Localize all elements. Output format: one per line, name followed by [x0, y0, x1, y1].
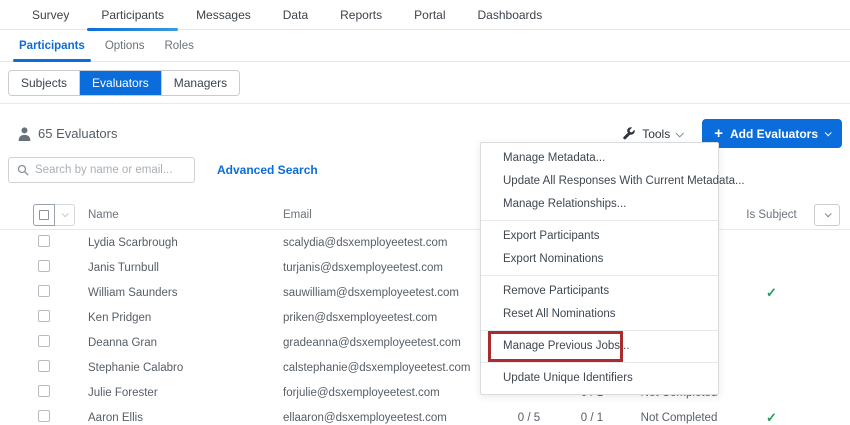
row-checkbox[interactable] — [38, 235, 50, 247]
segment-evaluators[interactable]: Evaluators — [80, 71, 162, 95]
tools-button[interactable]: Tools — [622, 127, 682, 141]
row-checkbox[interactable] — [38, 385, 50, 397]
participant-name: Deanna Gran — [88, 337, 283, 349]
participant-name: William Saunders — [88, 287, 283, 299]
tools-label: Tools — [642, 127, 670, 141]
is-subject-cell: ✓ — [734, 410, 809, 425]
menu-item-reset-all-nominations[interactable]: Reset All Nominations — [481, 303, 718, 326]
participant-name: Julie Forester — [88, 387, 283, 399]
evaluations-cell: 0 / 1 — [560, 412, 624, 424]
check-icon: ✓ — [766, 410, 777, 425]
participant-name: Stephanie Calabro — [88, 362, 283, 374]
subnav-tab-roles[interactable]: Roles — [158, 30, 199, 61]
table-row: Stephanie Calabrocalstephanie@dsxemploye… — [0, 355, 850, 380]
table-row: Aaron Ellisellaaron@dsxemployeetest.com0… — [0, 405, 850, 425]
column-header-email[interactable]: Email — [283, 209, 498, 221]
menu-item-manage-previous-jobs[interactable]: Manage Previous Jobs... — [481, 335, 718, 358]
nominations-cell: 0 / 5 — [498, 412, 560, 424]
row-checkbox[interactable] — [38, 360, 50, 372]
plus-icon: + — [714, 126, 723, 141]
check-icon: ✓ — [766, 285, 777, 300]
participant-email: gradeanna@dsxemployeetest.com — [283, 337, 498, 349]
select-all-control — [33, 204, 88, 226]
wrench-icon — [622, 127, 636, 141]
row-checkbox[interactable] — [38, 285, 50, 297]
row-checkbox[interactable] — [38, 335, 50, 347]
select-all-dropdown[interactable] — [55, 204, 75, 226]
nav-tab-dashboards[interactable]: Dashboards — [462, 0, 559, 29]
select-all-checkbox[interactable] — [33, 204, 55, 226]
chevron-down-icon — [825, 129, 832, 136]
participant-email: priken@dsxemployeetest.com — [283, 312, 498, 324]
participant-type-switcher: Subjects Evaluators Managers — [8, 70, 240, 96]
row-checkbox[interactable] — [38, 260, 50, 272]
advanced-search-link[interactable]: Advanced Search — [217, 163, 318, 177]
menu-group: Update Unique Identifiers — [481, 362, 718, 394]
tools-dropdown-menu: Manage Metadata...Update All Responses W… — [480, 142, 719, 395]
status-cell: Not Completed — [624, 412, 734, 424]
row-checkbox[interactable] — [38, 410, 50, 422]
menu-item-export-nominations[interactable]: Export Nominations — [481, 248, 718, 271]
menu-group: Export ParticipantsExport Nominations — [481, 220, 718, 275]
sub-nav: Participants Options Roles — [0, 30, 850, 62]
menu-group: Remove ParticipantsReset All Nominations — [481, 275, 718, 330]
table-header: Name Email Is Subject — [0, 200, 850, 230]
participant-email: turjanis@dsxemployeetest.com — [283, 262, 498, 274]
nav-tab-participants[interactable]: Participants — [85, 0, 180, 29]
chevron-down-icon — [676, 129, 684, 137]
add-evaluators-label: Add Evaluators — [730, 127, 818, 141]
nav-tab-data[interactable]: Data — [267, 0, 324, 29]
participant-email: sauwilliam@dsxemployeetest.com — [283, 287, 498, 299]
participant-name: Aaron Ellis — [88, 412, 283, 424]
segmented-row: Subjects Evaluators Managers — [0, 62, 850, 104]
table-row: Julie Foresterforjulie@dsxemployeetest.c… — [0, 380, 850, 405]
nav-tab-survey[interactable]: Survey — [16, 0, 85, 29]
column-options-button[interactable] — [814, 204, 840, 226]
menu-group: Manage Metadata...Update All Responses W… — [481, 143, 718, 220]
main-nav: Survey Participants Messages Data Report… — [0, 0, 850, 30]
menu-item-manage-metadata[interactable]: Manage Metadata... — [481, 147, 718, 170]
evaluator-count: 65 Evaluators — [38, 126, 118, 141]
subnav-tab-options[interactable]: Options — [99, 30, 151, 61]
column-header-is-subject[interactable]: Is Subject — [734, 209, 809, 221]
search-box[interactable] — [8, 157, 195, 183]
nav-tab-reports[interactable]: Reports — [324, 0, 398, 29]
add-evaluators-button[interactable]: + Add Evaluators — [702, 119, 842, 148]
table-row: William Saunderssauwilliam@dsxemployeete… — [0, 280, 850, 305]
participant-name: Janis Turnbull — [88, 262, 283, 274]
participant-email: forjulie@dsxemployeetest.com — [283, 387, 498, 399]
table-body: Lydia Scarbroughscalydia@dsxemployeetest… — [0, 230, 850, 425]
table-row: Ken Pridgenpriken@dsxemployeetest.com — [0, 305, 850, 330]
menu-item-manage-relationships[interactable]: Manage Relationships... — [481, 193, 718, 216]
participant-name: Lydia Scarbrough — [88, 237, 283, 249]
segment-subjects[interactable]: Subjects — [9, 71, 80, 95]
table-row: Deanna Grangradeanna@dsxemployeetest.com — [0, 330, 850, 355]
nav-tab-portal[interactable]: Portal — [398, 0, 461, 29]
nav-tab-messages[interactable]: Messages — [180, 0, 267, 29]
search-icon — [17, 164, 29, 176]
annotation-red-box — [488, 331, 623, 362]
subnav-tab-participants[interactable]: Participants — [13, 30, 91, 61]
menu-item-remove-participants[interactable]: Remove Participants — [481, 280, 718, 303]
row-checkbox[interactable] — [38, 310, 50, 322]
table-row: Lydia Scarbroughscalydia@dsxemployeetest… — [0, 230, 850, 255]
menu-item-update-unique-identifiers[interactable]: Update Unique Identifiers — [481, 367, 718, 390]
participant-email: ellaaron@dsxemployeetest.com — [283, 412, 498, 424]
search-input[interactable] — [35, 164, 186, 176]
participant-email: scalydia@dsxemployeetest.com — [283, 237, 498, 249]
is-subject-cell: ✓ — [734, 285, 809, 301]
menu-group: Manage Previous Jobs... — [481, 330, 718, 362]
participant-email: calstephanie@dsxemployeetest.com — [283, 362, 498, 374]
menu-item-export-participants[interactable]: Export Participants — [481, 225, 718, 248]
segment-managers[interactable]: Managers — [162, 71, 239, 95]
menu-item-update-all-responses-with-current-metadata[interactable]: Update All Responses With Current Metada… — [481, 170, 718, 193]
person-icon — [18, 127, 31, 141]
count-row: 65 Evaluators Tools + Add Evaluators — [0, 104, 850, 150]
column-header-name[interactable]: Name — [88, 209, 283, 221]
table-row: Janis Turnbullturjanis@dsxemployeetest.c… — [0, 255, 850, 280]
participant-name: Ken Pridgen — [88, 312, 283, 324]
